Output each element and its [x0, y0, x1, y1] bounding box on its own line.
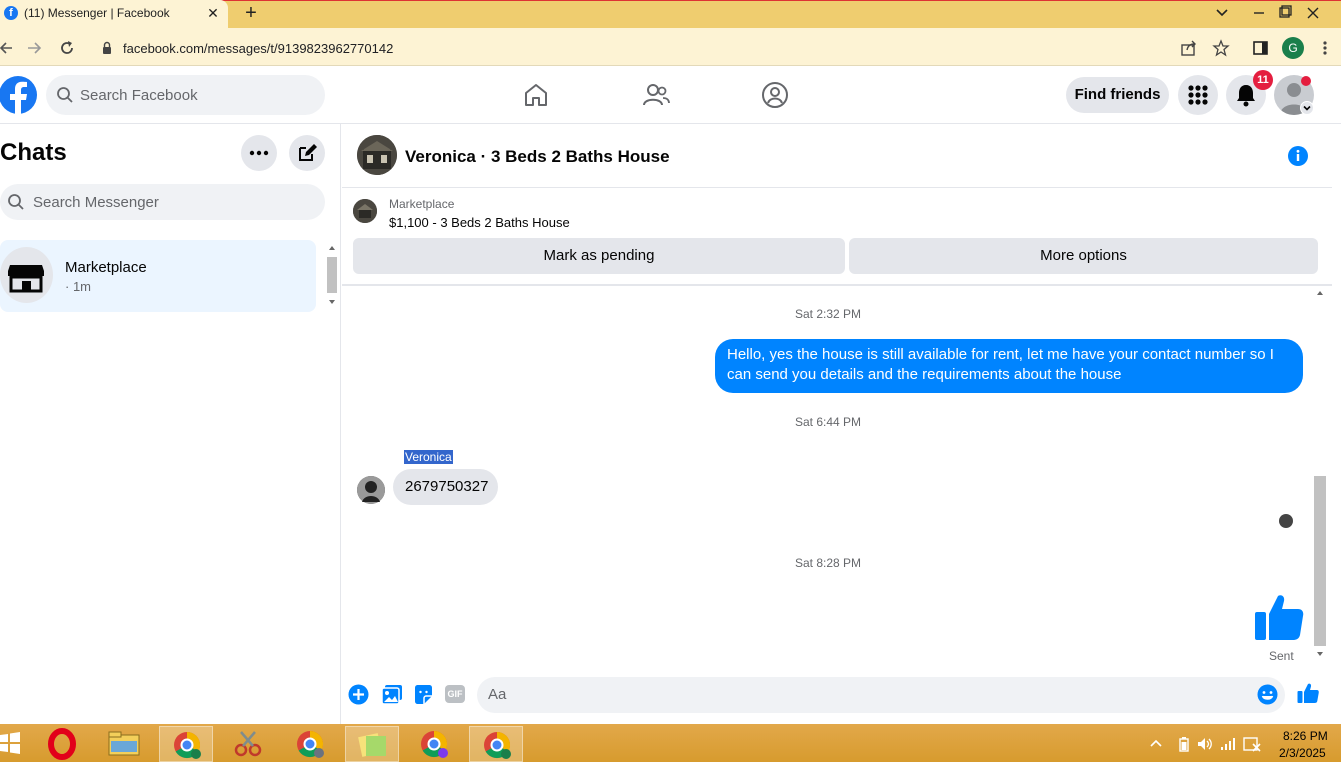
listing-thumbnail[interactable]	[353, 199, 377, 223]
menu-grid-icon	[1188, 85, 1208, 105]
groups-icon[interactable]	[761, 81, 789, 109]
divider	[342, 284, 1332, 286]
message-timestamp: Sat 8:28 PM	[795, 556, 862, 570]
messages-scrollbar[interactable]	[1313, 286, 1327, 662]
maximize-button[interactable]	[1275, 4, 1295, 22]
tab-search-chevron-icon[interactable]	[1212, 4, 1232, 22]
search-icon	[56, 86, 74, 104]
close-window-button[interactable]	[1303, 4, 1323, 22]
sender-name: Veronica	[404, 450, 453, 464]
new-tab-button[interactable]: +	[241, 3, 261, 23]
lock-icon[interactable]	[101, 41, 113, 55]
more-options-button[interactable]: More options	[849, 238, 1318, 274]
side-panel-icon[interactable]	[1252, 39, 1270, 57]
send-like-icon[interactable]	[1297, 682, 1319, 704]
tab-close-icon[interactable]: ✕	[205, 5, 221, 21]
sender-avatar[interactable]	[357, 476, 385, 504]
back-icon[interactable]	[0, 38, 14, 58]
taskbar-chrome-profile-icon[interactable]	[407, 726, 461, 762]
taskbar-clock-time[interactable]: 8:26 PM	[1283, 729, 1328, 743]
share-icon[interactable]	[1180, 39, 1198, 57]
taskbar-chrome-profile-z-icon[interactable]	[159, 726, 213, 762]
large-like-thumbs-up-icon[interactable]	[1254, 592, 1304, 642]
more-actions-plus-icon[interactable]	[348, 684, 369, 705]
network-signal-icon[interactable]	[1220, 737, 1236, 751]
facebook-favicon-icon: f	[4, 6, 18, 20]
url-text[interactable]: facebook.com/messages/t/9139823962770142	[123, 41, 393, 56]
messenger-search-placeholder: Search Messenger	[33, 194, 159, 211]
account-chevron-icon[interactable]	[1300, 101, 1314, 115]
home-icon[interactable]	[523, 82, 549, 108]
facebook-logo-icon[interactable]	[0, 75, 38, 115]
facebook-search-placeholder: Search Facebook	[80, 87, 198, 104]
profile-avatar[interactable]: G	[1282, 37, 1304, 59]
gif-button[interactable]: GIF	[445, 685, 465, 703]
search-icon	[7, 193, 25, 211]
outgoing-message-bubble[interactable]: Hello, yes the house is still available …	[715, 339, 1303, 393]
friends-icon[interactable]	[642, 82, 670, 108]
chats-options-button[interactable]	[241, 135, 277, 171]
sidebar-scrollbar[interactable]	[326, 242, 338, 310]
reload-icon[interactable]	[57, 38, 77, 58]
conversation-title[interactable]: Veronica · 3 Beds 2 Baths House	[405, 147, 670, 167]
message-input[interactable]	[477, 677, 1285, 713]
taskbar-snipping-tool-icon[interactable]	[221, 726, 275, 762]
storefront-icon	[8, 265, 44, 293]
chats-title: Chats	[0, 139, 67, 166]
taskbar-sticky-notes-icon[interactable]	[345, 726, 399, 762]
volume-icon[interactable]	[1197, 737, 1213, 751]
message-input-placeholder: Aa	[488, 686, 507, 703]
read-receipt-avatar	[1279, 514, 1293, 528]
listing-source: Marketplace	[389, 197, 455, 211]
chrome-menu-icon[interactable]	[1320, 39, 1330, 57]
minimize-button[interactable]	[1249, 4, 1269, 22]
account-alert-dot	[1301, 76, 1311, 86]
menu-button[interactable]	[1178, 75, 1218, 115]
info-icon[interactable]	[1287, 145, 1309, 167]
incoming-message-bubble[interactable]: 2679750327	[393, 469, 498, 505]
bookmark-star-icon[interactable]	[1212, 39, 1230, 57]
attach-photo-icon[interactable]	[381, 684, 403, 705]
taskbar-chrome-icon[interactable]	[283, 726, 337, 762]
emoji-icon[interactable]	[1257, 684, 1278, 705]
marketplace-avatar	[0, 247, 53, 303]
chat-name: Marketplace	[65, 259, 147, 276]
windows-start-icon[interactable]	[0, 731, 20, 755]
message-status: Sent	[1269, 649, 1294, 663]
sticker-icon[interactable]	[413, 684, 434, 705]
listing-title[interactable]: $1,100 - 3 Beds 2 Baths House	[389, 215, 570, 230]
listing-photo-avatar[interactable]	[357, 135, 397, 175]
taskbar-chrome-profile-g-icon[interactable]	[469, 726, 523, 762]
action-center-icon[interactable]	[1243, 736, 1261, 752]
find-friends-button[interactable]: Find friends	[1066, 77, 1169, 113]
taskbar-opera-icon[interactable]	[35, 726, 89, 762]
notification-badge: 11	[1253, 70, 1273, 90]
new-message-button[interactable]	[289, 135, 325, 171]
taskbar-file-explorer-icon[interactable]	[97, 726, 151, 762]
tab-title: (11) Messenger | Facebook	[24, 6, 170, 20]
message-timestamp: Sat 6:44 PM	[795, 415, 862, 429]
taskbar-clock-date[interactable]: 2/3/2025	[1279, 746, 1326, 760]
compose-icon	[299, 144, 317, 161]
show-hidden-icons-chevron-icon[interactable]	[1150, 738, 1162, 748]
more-dots-icon	[249, 150, 269, 156]
battery-icon[interactable]	[1178, 736, 1190, 752]
chat-timestamp: · 1m	[65, 279, 91, 294]
forward-icon[interactable]	[24, 38, 44, 58]
mark-as-pending-button[interactable]: Mark as pending	[353, 238, 845, 274]
message-timestamp: Sat 2:32 PM	[795, 307, 862, 321]
